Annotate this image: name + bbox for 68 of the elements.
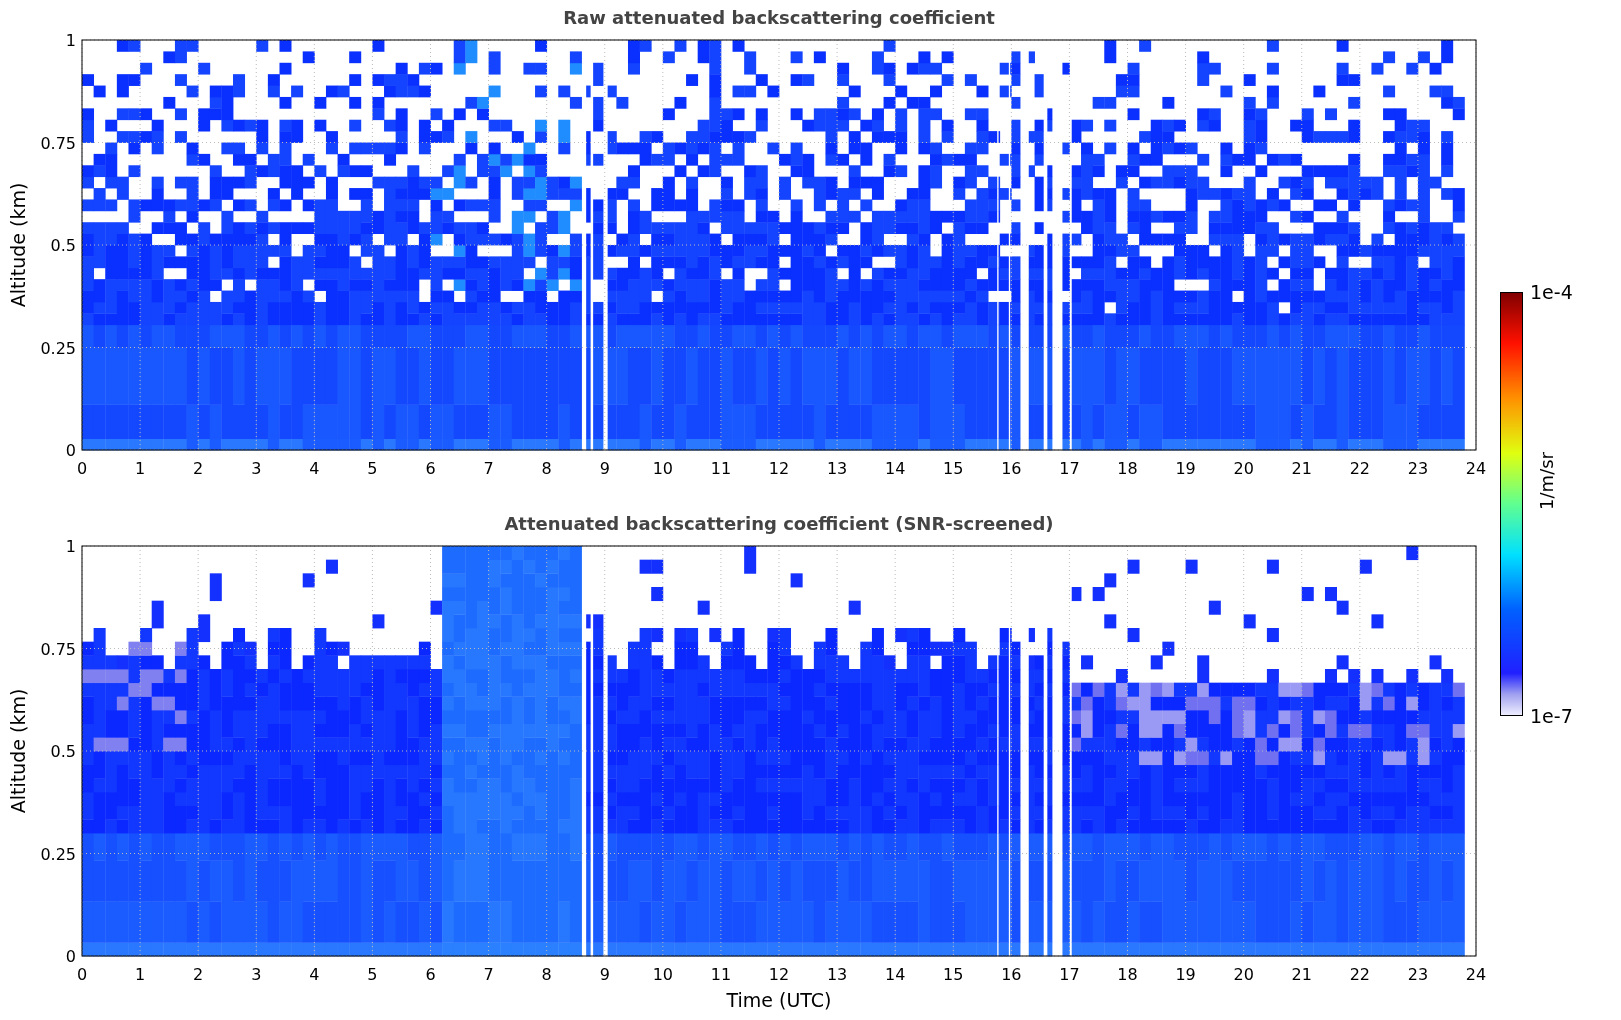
x-axis-label: Time (UTC)	[726, 988, 832, 1012]
y-axis-label: Altitude (km)	[7, 688, 29, 814]
x-tick-label: 22	[1349, 965, 1370, 984]
x-tick-label: 16	[1001, 965, 1022, 984]
y-tick-label: 0.25	[40, 338, 76, 358]
x-tick-label: 1	[135, 459, 146, 478]
x-tick-label: 14	[885, 965, 906, 984]
x-tick-label: 24	[1465, 965, 1487, 984]
x-tick-label: 7	[483, 459, 494, 478]
x-tick-label: 20	[1233, 459, 1254, 478]
x-tick-label: 21	[1291, 459, 1312, 478]
x-tick-label: 24	[1465, 459, 1487, 478]
y-tick-label: 1	[65, 537, 76, 556]
x-tick-label: 1	[135, 965, 146, 984]
y-axis-label: Altitude (km)	[7, 182, 29, 308]
y-tick-label: 1	[65, 31, 76, 50]
x-tick-label: 10	[652, 459, 673, 478]
x-tick-label: 11	[710, 459, 732, 478]
plot-title: Raw attenuated backscattering coefficient	[563, 6, 995, 30]
x-tick-label: 17	[1059, 459, 1080, 478]
x-tick-label: 13	[826, 459, 848, 478]
x-tick-label: 4	[309, 459, 320, 478]
x-tick-label: 2	[193, 965, 204, 984]
x-tick-label: 15	[943, 459, 964, 478]
x-tick-label: 6	[425, 965, 436, 984]
x-tick-label: 10	[652, 965, 673, 984]
x-tick-label: 18	[1117, 965, 1138, 984]
colorbar-label: 1/m/sr	[1536, 452, 1557, 510]
y-tick-label: 0.5	[50, 742, 76, 761]
x-tick-label: 9	[599, 459, 610, 478]
x-tick-label: 14	[885, 459, 906, 478]
y-tick-label: 0.25	[40, 844, 76, 864]
x-tick-label: 11	[710, 965, 732, 984]
x-tick-label: 8	[541, 965, 552, 984]
y-tick-label: 0.5	[50, 236, 76, 255]
y-tick-label: 0.75	[40, 133, 76, 153]
x-tick-label: 16	[1001, 459, 1022, 478]
x-tick-label: 18	[1117, 459, 1138, 478]
y-tick-label: 0	[65, 441, 76, 460]
x-tick-label: 19	[1175, 965, 1196, 984]
x-tick-label: 12	[768, 459, 790, 478]
x-tick-label: 23	[1407, 965, 1429, 984]
x-tick-label: 12	[768, 965, 790, 984]
x-tick-label: 13	[826, 965, 848, 984]
x-tick-label: 6	[425, 459, 436, 478]
plot-title: Attenuated backscattering coefficient (SNR-screened)	[504, 512, 1054, 536]
x-tick-label: 15	[943, 965, 964, 984]
x-tick-label: 22	[1349, 459, 1370, 478]
x-tick-label: 19	[1175, 459, 1196, 478]
colorbar-min-label: 1e-7	[1530, 704, 1573, 728]
x-tick-label: 0	[76, 965, 88, 984]
x-tick-label: 3	[251, 965, 262, 984]
x-tick-label: 5	[367, 965, 378, 984]
x-tick-label: 0	[76, 459, 88, 478]
x-tick-label: 3	[251, 459, 262, 478]
colorbar-max-label: 1e-4	[1530, 280, 1573, 304]
x-tick-label: 9	[599, 965, 610, 984]
x-tick-label: 8	[541, 459, 552, 478]
x-tick-label: 21	[1291, 965, 1312, 984]
y-tick-label: 0	[65, 947, 76, 966]
x-tick-label: 4	[309, 965, 320, 984]
x-tick-label: 23	[1407, 459, 1429, 478]
x-tick-label: 17	[1059, 965, 1080, 984]
x-tick-label: 7	[483, 965, 494, 984]
y-tick-label: 0.75	[40, 639, 76, 659]
x-tick-label: 20	[1233, 965, 1254, 984]
x-tick-label: 5	[367, 459, 378, 478]
x-tick-label: 2	[193, 459, 204, 478]
